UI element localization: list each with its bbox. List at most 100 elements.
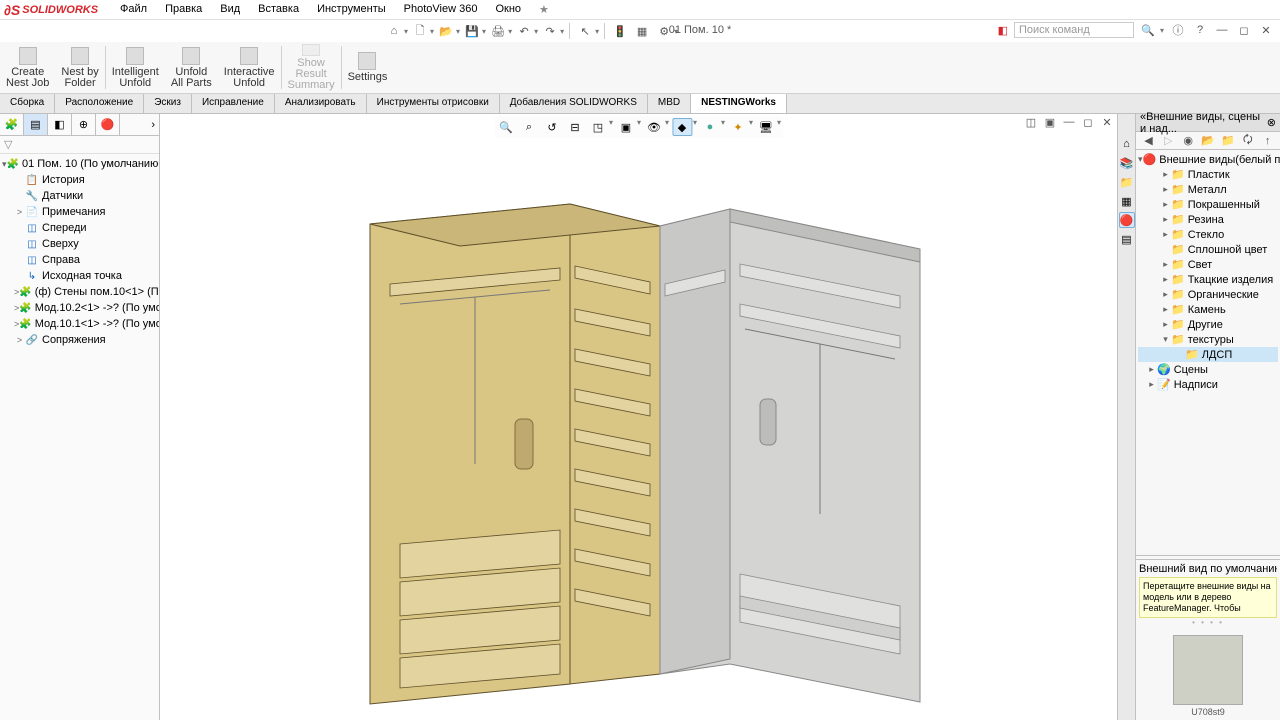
- doc-max-icon[interactable]: ◻: [1080, 114, 1096, 130]
- zoom-fit-icon[interactable]: 🔍: [496, 118, 516, 136]
- menu-window[interactable]: Окно: [491, 1, 525, 18]
- taskpane-library-icon[interactable]: 📚: [1119, 155, 1135, 171]
- tree-node[interactable]: ↳Исходная точка: [2, 268, 157, 284]
- appearance-node[interactable]: ▸📁Ткацкие изделия: [1138, 272, 1278, 287]
- menu-edit[interactable]: Правка: [161, 1, 206, 18]
- view-settings-icon[interactable]: ✦: [728, 118, 748, 136]
- apply-scene-icon[interactable]: ●: [700, 118, 720, 136]
- redo-icon[interactable]: ↷: [540, 22, 560, 40]
- save-icon[interactable]: 💾: [462, 22, 482, 40]
- tree-node[interactable]: 🔧Датчики: [2, 188, 157, 204]
- command-search[interactable]: Поиск команд: [1014, 22, 1134, 38]
- tree-node[interactable]: >🧩Мод.10.1<1> ->? (По умолчанию<: [2, 316, 157, 332]
- help-home-icon[interactable]: ⓘ: [1170, 22, 1186, 38]
- fm-tab-property-icon[interactable]: ◧: [48, 114, 72, 135]
- undo-icon[interactable]: ↶: [514, 22, 534, 40]
- tree-node[interactable]: ◫Сверху: [2, 236, 157, 252]
- menu-photoview[interactable]: PhotoView 360: [400, 1, 482, 18]
- appearance-node[interactable]: ▸📁Другие: [1138, 317, 1278, 332]
- appearance-node[interactable]: ▸📁Органические: [1138, 287, 1278, 302]
- select-icon[interactable]: ↖: [575, 22, 595, 40]
- menu-file[interactable]: Файл: [116, 1, 151, 18]
- search-toggle-icon[interactable]: ◧: [998, 24, 1008, 37]
- print-icon[interactable]: 🖨: [488, 22, 508, 40]
- new-icon[interactable]: 🗋: [410, 22, 430, 40]
- nesting-settings-button[interactable]: Settings: [342, 42, 394, 93]
- ap-folder-icon[interactable]: 📂: [1200, 132, 1217, 150]
- fm-tab-expand-icon[interactable]: ›: [120, 114, 159, 135]
- tree-root[interactable]: ▾🧩 01 Пом. 10 (По умолчанию< Состояни: [2, 156, 157, 172]
- nest-by-folder-button[interactable]: Nest by Folder: [55, 42, 104, 93]
- tree-node[interactable]: ◫Справа: [2, 252, 157, 268]
- tree-node[interactable]: >🔗Сопряжения: [2, 332, 157, 348]
- close-icon[interactable]: ✕: [1258, 22, 1274, 38]
- ap-forward-icon[interactable]: ▷: [1160, 132, 1177, 150]
- orientation-icon[interactable]: ◳: [588, 118, 608, 136]
- doc-float-icon[interactable]: ▣: [1042, 114, 1058, 130]
- fm-tab-tree-icon[interactable]: ▤: [24, 114, 48, 135]
- doc-close-icon[interactable]: ✕: [1099, 114, 1115, 130]
- minimize-icon[interactable]: —: [1214, 22, 1230, 38]
- fm-tab-assembly-icon[interactable]: 🧩: [0, 114, 24, 135]
- tree-node[interactable]: ◫Спереди: [2, 220, 157, 236]
- texture-swatch[interactable]: [1173, 635, 1243, 705]
- tab-исправление[interactable]: Исправление: [192, 94, 275, 113]
- taskpane-home-icon[interactable]: ⌂: [1119, 136, 1135, 152]
- options-icon[interactable]: ▦: [632, 22, 652, 40]
- taskpane-view-icon[interactable]: ▦: [1119, 193, 1135, 209]
- doc-restore-icon[interactable]: ◫: [1023, 114, 1039, 130]
- menu-view[interactable]: Вид: [216, 1, 244, 18]
- ap-add-icon[interactable]: 📁: [1219, 132, 1236, 150]
- viewport[interactable]: ◫ ▣ — ◻ ✕ 🔍 ⌕ ↺ ⊟ ◳▾ ▣▾ 👁▾ ◆▾ ●▾ ✦▾ 🖥▾: [160, 114, 1117, 720]
- appearance-node[interactable]: ▸📁Камень: [1138, 302, 1278, 317]
- tab-mbd[interactable]: MBD: [648, 94, 691, 113]
- menu-pin-icon[interactable]: ★: [535, 1, 553, 18]
- appearance-node[interactable]: ▸📁Свет: [1138, 257, 1278, 272]
- prev-view-icon[interactable]: ↺: [542, 118, 562, 136]
- appearance-node[interactable]: 📁ЛДСП: [1138, 347, 1278, 362]
- appearance-node[interactable]: ▸🌍Сцены: [1138, 362, 1278, 377]
- tab-добавления-solidworks[interactable]: Добавления SOLIDWORKS: [500, 94, 648, 113]
- intelligent-unfold-button[interactable]: Intelligent Unfold: [106, 42, 165, 93]
- tree-node[interactable]: 📋История: [2, 172, 157, 188]
- appearance-node[interactable]: ▾📁текстуры: [1138, 332, 1278, 347]
- fm-tab-appearance-icon[interactable]: 🔴: [96, 114, 120, 135]
- fm-tab-config-icon[interactable]: ⊕: [72, 114, 96, 135]
- help-icon[interactable]: ?: [1192, 22, 1208, 38]
- appearance-node[interactable]: ▸📁Пластик: [1138, 167, 1278, 182]
- rebuild-icon[interactable]: 🚦: [610, 22, 630, 40]
- appearance-node[interactable]: ▸📁Металл: [1138, 182, 1278, 197]
- fm-filter[interactable]: ▽: [0, 136, 159, 154]
- taskpane-explorer-icon[interactable]: 📁: [1119, 174, 1135, 190]
- doc-min-icon[interactable]: —: [1061, 114, 1077, 130]
- tab-nestingworks[interactable]: NESTINGWorks: [691, 94, 787, 113]
- ap-up-icon[interactable]: ↑: [1259, 132, 1276, 150]
- unfold-all-parts-button[interactable]: Unfold All Parts: [165, 42, 218, 93]
- section-view-icon[interactable]: ⊟: [565, 118, 585, 136]
- resize-handle[interactable]: • • • •: [1139, 618, 1277, 627]
- home-icon[interactable]: ⌂: [384, 22, 404, 40]
- appearance-node[interactable]: ▸📝Надписи: [1138, 377, 1278, 392]
- appearance-node[interactable]: ▸📁Покрашенный: [1138, 197, 1278, 212]
- panel-close-icon[interactable]: ⊗: [1267, 116, 1276, 129]
- tab-расположение[interactable]: Расположение: [55, 94, 144, 113]
- taskpane-appearance-icon[interactable]: 🔴: [1119, 212, 1135, 228]
- tab-сборка[interactable]: Сборка: [0, 94, 55, 113]
- interactive-unfold-button[interactable]: Interactive Unfold: [218, 42, 281, 93]
- render-icon[interactable]: 🖥: [756, 118, 776, 136]
- create-nest-job-button[interactable]: Create Nest Job: [0, 42, 55, 93]
- taskpane-custom-icon[interactable]: ▤: [1119, 231, 1135, 247]
- open-icon[interactable]: 📂: [436, 22, 456, 40]
- zoom-area-icon[interactable]: ⌕: [519, 118, 539, 136]
- ap-back-icon[interactable]: ◀: [1140, 132, 1157, 150]
- settings-icon[interactable]: ⚙: [654, 22, 674, 40]
- menu-insert[interactable]: Вставка: [254, 1, 303, 18]
- maximize-icon[interactable]: ◻: [1236, 22, 1252, 38]
- search-icon[interactable]: 🔍: [1140, 22, 1156, 38]
- ap-sphere-icon[interactable]: ◉: [1180, 132, 1197, 150]
- ap-refresh-icon[interactable]: 🗘: [1239, 132, 1256, 150]
- display-style-icon[interactable]: ▣: [616, 118, 636, 136]
- appearance-node[interactable]: 📁Сплошной цвет: [1138, 242, 1278, 257]
- tab-анализировать[interactable]: Анализировать: [275, 94, 367, 113]
- tab-инструменты-отрисовки[interactable]: Инструменты отрисовки: [367, 94, 500, 113]
